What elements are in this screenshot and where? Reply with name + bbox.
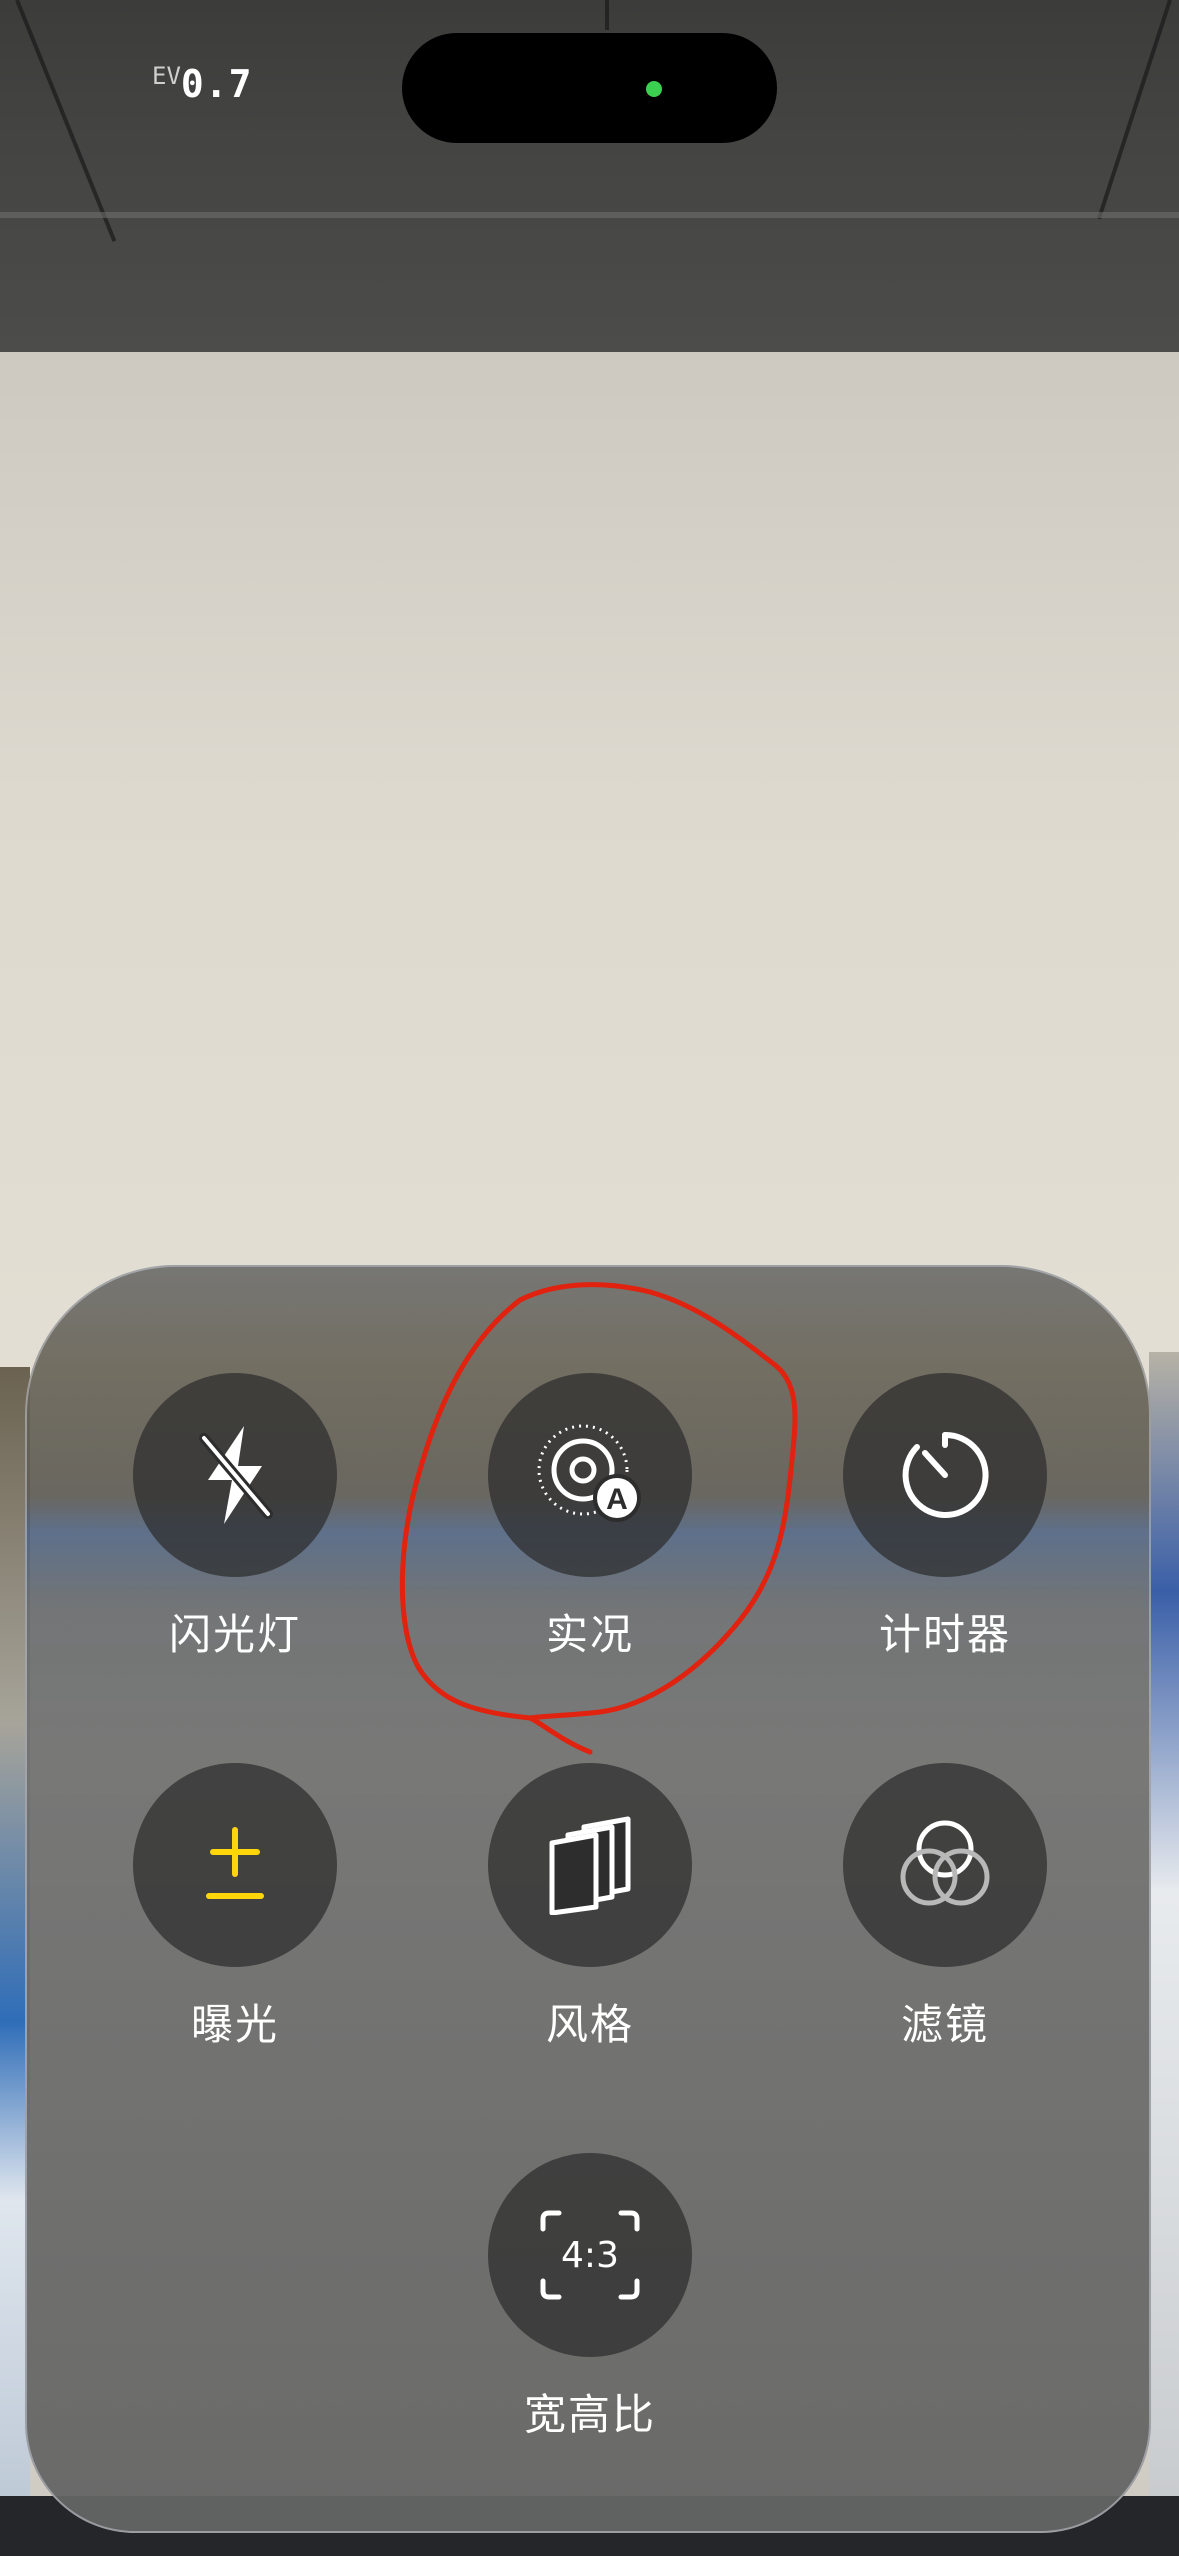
filters-icon [900, 1820, 990, 1906]
ceiling-line [15, 0, 117, 242]
exposure-label: 曝光 [190, 2000, 279, 2049]
live-photo-button[interactable]: A [488, 1373, 692, 1577]
ceiling-line [605, 0, 609, 30]
styles-label: 风格 [545, 2000, 634, 2049]
live-photo-label: 实况 [545, 1610, 634, 1659]
timer-label: 计时器 [878, 1610, 1011, 1659]
ceiling-line [1097, 0, 1172, 220]
styles-button[interactable] [488, 1763, 692, 1967]
exposure-button[interactable] [133, 1763, 337, 1967]
aspect-ratio-control[interactable]: 4:3 宽高比 [470, 2153, 710, 2442]
exposure-control[interactable]: 曝光 [115, 1763, 355, 2052]
svg-text:A: A [606, 1483, 628, 1516]
flash-control[interactable]: 闪光灯 [115, 1373, 355, 1662]
live-photo-control[interactable]: A 实况 [470, 1373, 710, 1662]
ceiling-ridge [0, 212, 1179, 218]
flash-button[interactable] [133, 1373, 337, 1577]
ev-label: EV [152, 62, 181, 90]
camera-controls-panel: 闪光灯 A 实况 计时器 曝光 风格 滤镜 4:3 宽高比 [25, 1265, 1151, 2533]
aspect-ratio-label: 宽高比 [523, 2390, 656, 2439]
ev-value: 0.7 [180, 62, 253, 106]
live-photo-auto-icon: A [537, 1424, 641, 1522]
filters-button[interactable] [843, 1763, 1047, 1967]
filters-control[interactable]: 滤镜 [825, 1763, 1065, 2052]
exposure-plus-minus-icon [206, 1827, 264, 1899]
styles-control[interactable]: 风格 [470, 1763, 710, 2052]
exposure-value-indicator: EV0.7 [152, 62, 253, 106]
timer-control[interactable]: 计时器 [825, 1373, 1065, 1662]
flash-off-icon [199, 1426, 273, 1524]
preview-background-right [1149, 1352, 1179, 2552]
aspect-ratio-icon-text: 4:3 [561, 2235, 619, 2276]
filters-label: 滤镜 [900, 2000, 989, 2049]
flash-label: 闪光灯 [168, 1610, 301, 1659]
aspect-ratio-button[interactable]: 4:3 [488, 2153, 692, 2357]
timer-button[interactable] [843, 1373, 1047, 1577]
aspect-ratio-icon: 4:3 [540, 2210, 640, 2300]
camera-in-use-indicator [646, 81, 662, 97]
photographic-styles-icon [549, 1816, 631, 1915]
timer-icon [902, 1431, 989, 1518]
dynamic-island [402, 33, 777, 143]
